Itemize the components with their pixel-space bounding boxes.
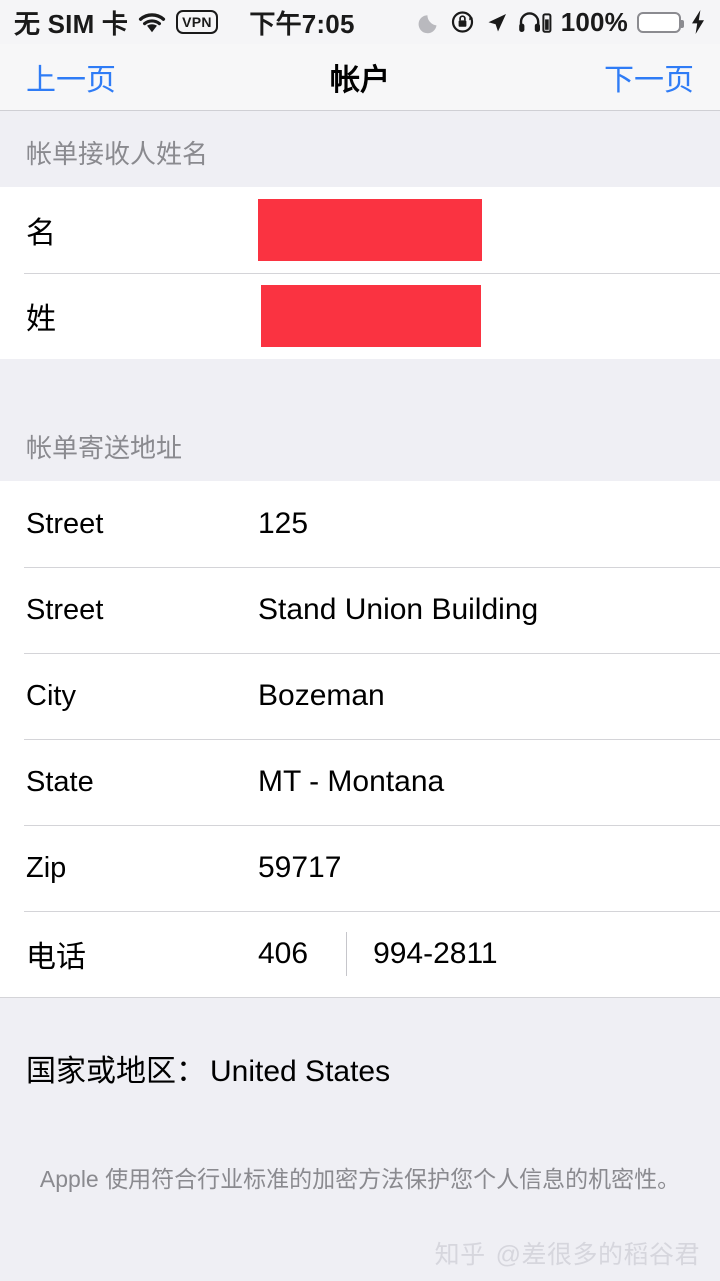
- status-bar-right: 100%: [417, 7, 706, 38]
- watermark-handle: @差很多的稻谷君: [495, 1241, 700, 1269]
- table-row[interactable]: 姓: [0, 273, 720, 359]
- location-arrow-icon: [485, 10, 509, 34]
- table-row[interactable]: 电话 406 994-2811: [0, 911, 720, 997]
- country-region-row[interactable]: 国家或地区： United States: [0, 997, 720, 1138]
- phone-value-wrapper: 406 994-2811: [258, 932, 498, 976]
- city-label: City: [26, 679, 76, 712]
- table-row[interactable]: 名: [0, 187, 720, 273]
- carrier-label: 无 SIM 卡: [14, 8, 129, 39]
- billing-name-group: 名 姓: [0, 187, 720, 359]
- first-name-redaction: [258, 199, 482, 261]
- iphone-screen: 无 SIM 卡 VPN 100% 下午7:05 上一页 帐户 下一页 帐单接收人…: [0, 0, 720, 1281]
- headphones-battery-icon: [518, 10, 552, 34]
- billing-address-group: Street 125 Street Stand Union Building C…: [0, 481, 720, 997]
- previous-page-button[interactable]: 上一页: [26, 55, 116, 99]
- phone-number-value[interactable]: 994-2811: [373, 937, 498, 971]
- watermark-site: 知乎: [434, 1241, 486, 1269]
- next-page-button[interactable]: 下一页: [604, 55, 694, 99]
- clock-label: 下午7:05: [249, 8, 355, 39]
- vpn-badge: VPN: [176, 10, 218, 34]
- battery-icon: [637, 11, 684, 33]
- table-row[interactable]: City Bozeman: [0, 653, 720, 739]
- zip-value[interactable]: 59717: [258, 851, 341, 885]
- state-value[interactable]: MT - Montana: [258, 765, 444, 799]
- zip-label: Zip: [26, 851, 67, 884]
- table-row[interactable]: Street Stand Union Building: [0, 567, 720, 653]
- battery-percent-label: 100%: [560, 6, 628, 37]
- status-bar: 无 SIM 卡 VPN 100% 下午7:05: [0, 0, 720, 44]
- phone-label: 电话: [26, 941, 86, 974]
- country-region-text: 国家或地区： United States: [26, 1046, 390, 1090]
- navigation-bar: 上一页 帐户 下一页: [0, 44, 720, 111]
- section-header-billing-address: 帐单寄送地址: [0, 359, 720, 481]
- street1-label: Street: [26, 507, 104, 540]
- status-bar-left: 无 SIM 卡 VPN: [14, 4, 218, 41]
- street2-label: Street: [26, 593, 104, 626]
- state-label: State: [26, 765, 94, 798]
- section-header-billing-name: 帐单接收人姓名: [0, 111, 720, 187]
- table-row[interactable]: Street 125: [0, 481, 720, 567]
- phone-area-code-value[interactable]: 406: [258, 937, 308, 971]
- city-value[interactable]: Bozeman: [258, 679, 385, 713]
- table-row[interactable]: State MT - Montana: [0, 739, 720, 825]
- country-region-value: United States: [210, 1055, 391, 1088]
- last-name-redaction: [261, 285, 481, 347]
- watermark: 知乎 @差很多的稻谷君: [435, 1235, 700, 1271]
- street1-value[interactable]: 125: [258, 507, 308, 541]
- wifi-icon: [137, 11, 167, 34]
- lightning-bolt-icon: [690, 9, 706, 35]
- phone-separator: [346, 932, 348, 976]
- table-row[interactable]: Zip 59717: [0, 825, 720, 911]
- do-not-disturb-moon-icon: [417, 10, 441, 34]
- country-region-label: 国家或地区：: [26, 1055, 206, 1088]
- last-name-label: 姓: [26, 303, 56, 336]
- street2-value[interactable]: Stand Union Building: [258, 593, 538, 627]
- first-name-label: 名: [26, 217, 56, 250]
- privacy-footer-note: Apple 使用符合行业标准的加密方法保护您个人信息的机密性。: [0, 1138, 720, 1194]
- rotation-lock-icon: [450, 9, 476, 35]
